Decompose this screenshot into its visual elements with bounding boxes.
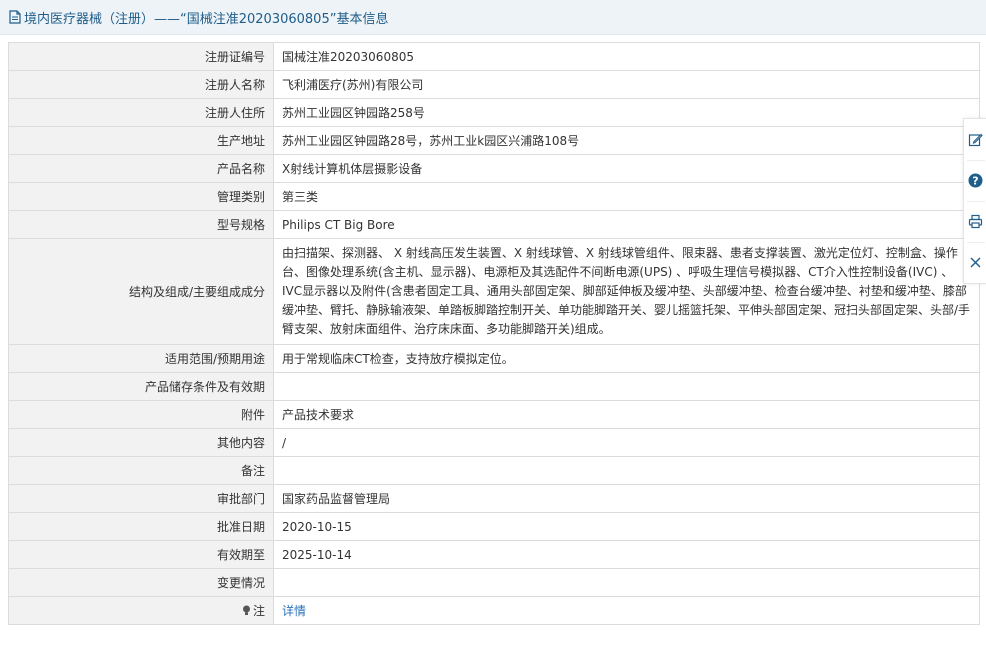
table-row: 其他内容 / bbox=[8, 428, 980, 457]
table-row: 备注 bbox=[8, 456, 980, 485]
row-value: 国家药品监督管理局 bbox=[273, 484, 980, 513]
row-value: 苏州工业园区钟园路28号，苏州工业k园区兴浦路108号 bbox=[273, 126, 980, 155]
table-row: 附件 产品技术要求 bbox=[8, 400, 980, 429]
row-value: X射线计算机体层摄影设备 bbox=[273, 154, 980, 183]
row-label: 注册证编号 bbox=[8, 42, 274, 71]
table-row: 注册人住所 苏州工业园区钟园路258号 bbox=[8, 98, 980, 127]
table-row: 有效期至 2025-10-14 bbox=[8, 540, 980, 569]
svg-text:?: ? bbox=[972, 175, 978, 188]
print-icon bbox=[968, 214, 983, 229]
row-label: 适用范围/预期用途 bbox=[8, 344, 274, 373]
row-label: 审批部门 bbox=[8, 484, 274, 513]
close-icon bbox=[970, 257, 981, 268]
row-label: 有效期至 bbox=[8, 540, 274, 569]
note-value: 详情 bbox=[273, 596, 980, 625]
row-label: 产品名称 bbox=[8, 154, 274, 183]
table-row: 型号规格 Philips CT Big Bore bbox=[8, 210, 980, 239]
page-title: 境内医疗器械（注册）——“国械注准20203060805”基本信息 bbox=[24, 11, 389, 27]
help-button[interactable]: ? bbox=[964, 160, 986, 201]
table-row: 注 详情 bbox=[8, 596, 980, 625]
table-row: 适用范围/预期用途 用于常规临床CT检查，支持放疗模拟定位。 bbox=[8, 344, 980, 373]
row-label: 其他内容 bbox=[8, 428, 274, 457]
close-button[interactable] bbox=[964, 242, 986, 283]
row-value: / bbox=[273, 428, 980, 457]
table-row: 生产地址 苏州工业园区钟园路28号，苏州工业k园区兴浦路108号 bbox=[8, 126, 980, 155]
table-row: 审批部门 国家药品监督管理局 bbox=[8, 484, 980, 513]
row-label: 产品储存条件及有效期 bbox=[8, 372, 274, 401]
document-icon bbox=[9, 10, 21, 24]
details-link[interactable]: 详情 bbox=[282, 604, 306, 618]
row-value: 用于常规临床CT检查，支持放疗模拟定位。 bbox=[273, 344, 980, 373]
row-value: 由扫描架、探测器、 X 射线高压发生装置、X 射线球管、X 射线球管组件、限束器… bbox=[273, 238, 980, 345]
row-value bbox=[273, 372, 980, 401]
row-value: 苏州工业园区钟园路258号 bbox=[273, 98, 980, 127]
table-row: 注册人名称 飞利浦医疗(苏州)有限公司 bbox=[8, 70, 980, 99]
row-value bbox=[273, 456, 980, 485]
row-label: 注册人住所 bbox=[8, 98, 274, 127]
row-value: 国械注准20203060805 bbox=[273, 42, 980, 71]
row-label: 型号规格 bbox=[8, 210, 274, 239]
table-row: 变更情况 bbox=[8, 568, 980, 597]
row-value bbox=[273, 568, 980, 597]
row-value: 产品技术要求 bbox=[273, 400, 980, 429]
row-label: 管理类别 bbox=[8, 182, 274, 211]
row-value: 2025-10-14 bbox=[273, 540, 980, 569]
table-row: 管理类别 第三类 bbox=[8, 182, 980, 211]
row-value: 第三类 bbox=[273, 182, 980, 211]
row-value: 飞利浦医疗(苏州)有限公司 bbox=[273, 70, 980, 99]
row-label: 结构及组成/主要组成成分 bbox=[8, 238, 274, 345]
table-row: 批准日期 2020-10-15 bbox=[8, 512, 980, 541]
page-header: 境内医疗器械（注册）——“国械注准20203060805”基本信息 bbox=[0, 0, 986, 35]
bulb-icon bbox=[242, 605, 250, 615]
row-label: 生产地址 bbox=[8, 126, 274, 155]
row-label: 批准日期 bbox=[8, 512, 274, 541]
side-toolbar: ? bbox=[963, 118, 986, 284]
edit-button[interactable] bbox=[964, 119, 986, 160]
print-button[interactable] bbox=[964, 201, 986, 242]
row-label: 备注 bbox=[8, 456, 274, 485]
registration-info-table: 注册证编号 国械注准20203060805 注册人名称 飞利浦医疗(苏州)有限公… bbox=[8, 42, 980, 625]
row-label: 注册人名称 bbox=[8, 70, 274, 99]
table-row: 产品储存条件及有效期 bbox=[8, 372, 980, 401]
note-label-text: 注 bbox=[252, 604, 265, 618]
table-row: 注册证编号 国械注准20203060805 bbox=[8, 42, 980, 71]
row-label: 附件 bbox=[8, 400, 274, 429]
row-label: 变更情况 bbox=[8, 568, 274, 597]
edit-icon bbox=[968, 133, 983, 147]
row-value: 2020-10-15 bbox=[273, 512, 980, 541]
row-value: Philips CT Big Bore bbox=[273, 210, 980, 239]
table-row: 结构及组成/主要组成成分 由扫描架、探测器、 X 射线高压发生装置、X 射线球管… bbox=[8, 238, 980, 345]
note-label: 注 bbox=[8, 596, 274, 625]
help-icon: ? bbox=[968, 173, 983, 188]
table-row: 产品名称 X射线计算机体层摄影设备 bbox=[8, 154, 980, 183]
